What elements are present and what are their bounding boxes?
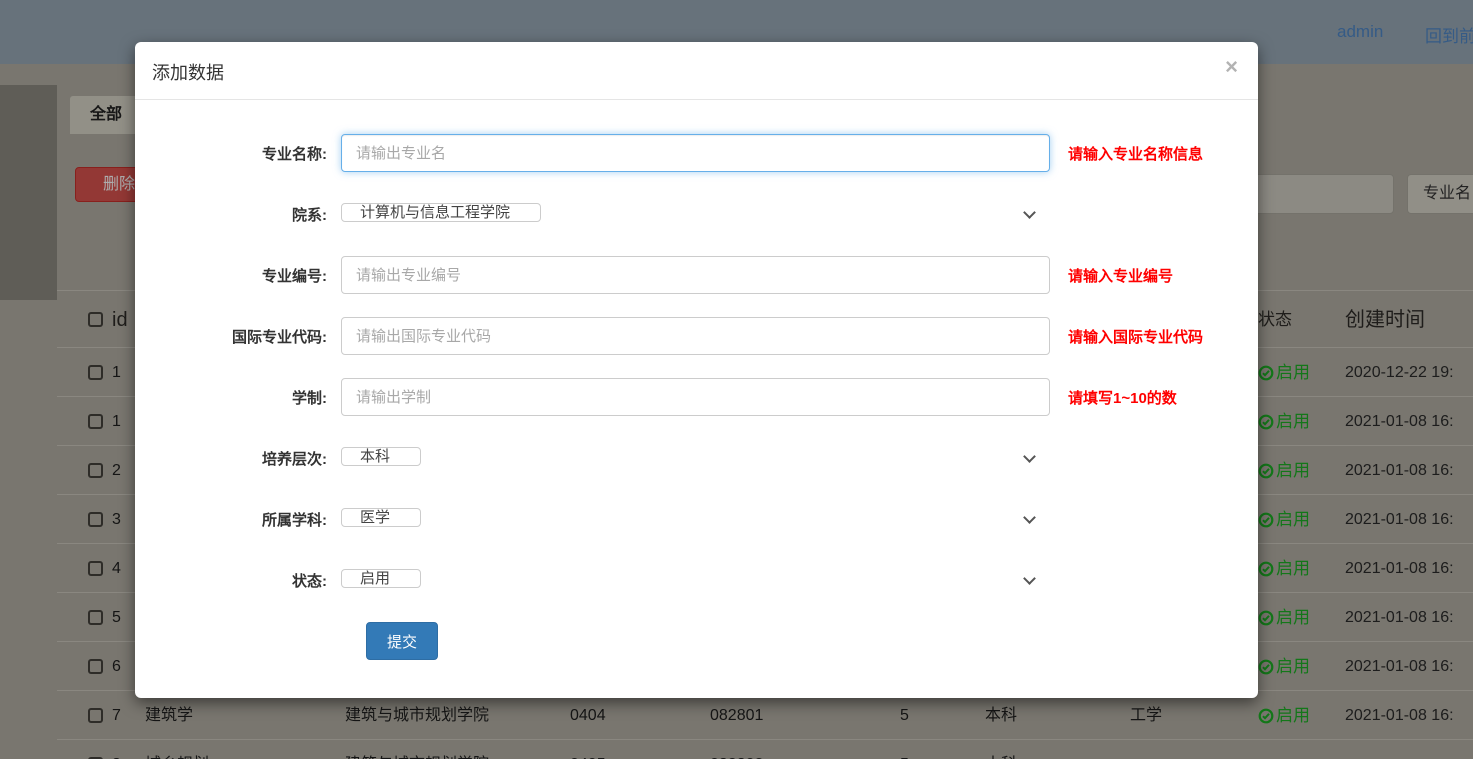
years-hint: 请填写1~10的数 [1068, 389, 1177, 407]
chevron-down-icon [1023, 206, 1036, 219]
level-label: 培养层次: [262, 450, 327, 468]
modal-body: 专业名称: 请输入专业名称信息 院系: 计算机与信息工程学院 专业编号: 请输入… [135, 100, 1258, 660]
major-code-label: 专业编号: [262, 267, 327, 285]
close-icon[interactable]: × [1225, 56, 1238, 78]
chevron-down-icon [1023, 572, 1036, 585]
level-select[interactable]: 本科 [341, 447, 422, 466]
major-name-hint: 请输入专业名称信息 [1068, 145, 1204, 163]
years-input[interactable] [341, 378, 1050, 416]
chevron-down-icon [1023, 450, 1036, 463]
intl-code-hint: 请输入国际专业代码 [1068, 328, 1204, 346]
modal-header: 添加数据 × [135, 42, 1258, 100]
major-name-input[interactable] [341, 134, 1050, 172]
department-select[interactable]: 计算机与信息工程学院 [341, 203, 542, 222]
status-select[interactable]: 启用 [341, 569, 422, 588]
status-label: 状态: [292, 572, 327, 590]
intl-code-label: 国际专业代码: [232, 328, 327, 346]
years-label: 学制: [292, 389, 327, 407]
submit-button[interactable]: 提交 [366, 622, 439, 660]
subject-label: 所属学科: [262, 511, 327, 529]
subject-select[interactable]: 医学 [341, 508, 422, 527]
department-label: 院系: [292, 206, 327, 224]
modal-title: 添加数据 [152, 63, 224, 83]
add-data-modal: 添加数据 × 专业名称: 请输入专业名称信息 院系: 计算机与信息工程学院 专业… [135, 42, 1258, 698]
major-code-input[interactable] [341, 256, 1050, 294]
major-code-hint: 请输入专业编号 [1068, 267, 1174, 285]
major-name-label: 专业名称: [262, 145, 327, 163]
intl-code-input[interactable] [341, 317, 1050, 355]
chevron-down-icon [1023, 511, 1036, 524]
